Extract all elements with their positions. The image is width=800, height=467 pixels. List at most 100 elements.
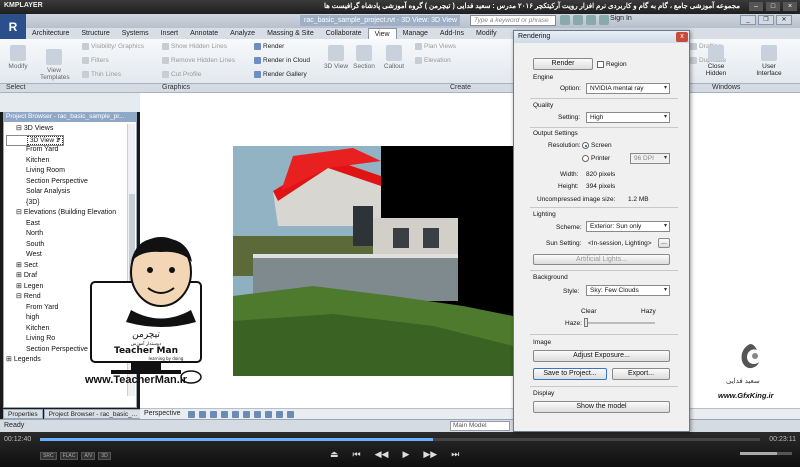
printer-radio[interactable] bbox=[582, 155, 589, 162]
visual-style-icon[interactable] bbox=[199, 411, 206, 418]
restore-icon[interactable]: ❐ bbox=[758, 15, 774, 25]
plan-views-button[interactable]: Plan Views bbox=[415, 43, 456, 50]
browser-item[interactable]: Living Room bbox=[6, 166, 128, 177]
tree-toggle-icon[interactable]: ⊞ bbox=[6, 356, 12, 363]
browser-item[interactable]: Kitchen bbox=[6, 156, 128, 167]
screen-radio[interactable] bbox=[582, 142, 589, 149]
key-icon[interactable] bbox=[573, 15, 583, 25]
maximize-icon[interactable]: □ bbox=[766, 2, 780, 11]
engine-select[interactable]: NVIDIA mental ray bbox=[586, 83, 670, 94]
tab-annotate[interactable]: Annotate bbox=[184, 28, 224, 39]
modify-button[interactable]: Modify bbox=[4, 45, 32, 70]
section-button[interactable]: Section bbox=[350, 45, 378, 70]
view-templates-button[interactable]: View Templates bbox=[40, 49, 70, 81]
show-hidden-lines-button[interactable]: Show Hidden Lines bbox=[162, 43, 227, 50]
browser-item[interactable]: From Yard bbox=[6, 145, 128, 156]
next-icon[interactable]: ⏭ bbox=[451, 449, 459, 460]
play-icon[interactable]: ▶ bbox=[402, 449, 409, 460]
callout-button[interactable]: Callout bbox=[380, 45, 408, 70]
cut-profile-button[interactable]: Cut Profile bbox=[162, 71, 201, 78]
close-icon[interactable]: × bbox=[783, 2, 797, 11]
user-interface-button[interactable]: User Interface bbox=[752, 45, 786, 77]
binoculars-icon[interactable] bbox=[560, 15, 570, 25]
render-dialog-icon[interactable] bbox=[232, 411, 239, 418]
scheme-select[interactable]: Exterior: Sun only bbox=[586, 221, 670, 232]
background-style-select[interactable]: Sky: Few Clouds bbox=[586, 285, 670, 296]
hide-icon[interactable] bbox=[276, 411, 283, 418]
sign-in-button[interactable]: Sign In bbox=[610, 15, 632, 22]
browser-item[interactable]: 3D View 1 bbox=[6, 134, 64, 146]
browser-item[interactable]: Section Perspective bbox=[6, 177, 128, 188]
render-in-cloud-button[interactable]: Render in Cloud bbox=[254, 57, 310, 64]
haze-slider-track[interactable] bbox=[585, 322, 655, 324]
reveal-icon[interactable] bbox=[287, 411, 294, 418]
tab-insert[interactable]: Insert bbox=[155, 28, 185, 39]
three-d-view-button[interactable]: 3D View bbox=[322, 45, 350, 70]
seek-bar[interactable] bbox=[40, 438, 760, 441]
player-badge[interactable]: 3D bbox=[98, 452, 111, 460]
crop-icon[interactable] bbox=[254, 411, 261, 418]
player-badge[interactable]: FLAC bbox=[59, 452, 79, 460]
tab-modify[interactable]: Modify bbox=[470, 28, 503, 39]
sun-setting-button[interactable]: ... bbox=[658, 238, 670, 248]
forward-icon[interactable]: ▶▶ bbox=[423, 449, 437, 460]
minimize-icon[interactable]: – bbox=[749, 2, 763, 11]
tab-systems[interactable]: Systems bbox=[116, 28, 155, 39]
thin-lines-button[interactable]: Thin Lines bbox=[82, 71, 121, 78]
revit-app-menu-button[interactable]: R bbox=[0, 14, 26, 40]
player-badge[interactable]: SRC bbox=[40, 452, 57, 460]
dialog-close-button[interactable]: x bbox=[676, 32, 688, 42]
save-to-project-button[interactable]: Save to Project... bbox=[533, 368, 607, 380]
volume-slider[interactable] bbox=[740, 452, 792, 455]
browser-item[interactable]: Solar Analysis bbox=[6, 187, 128, 198]
browser-item[interactable]: ⊟ Elevations (Building Elevation bbox=[6, 208, 128, 219]
tab-analyze[interactable]: Analyze bbox=[224, 28, 261, 39]
export-button[interactable]: Export... bbox=[612, 368, 670, 380]
tree-toggle-icon[interactable]: ⊟ bbox=[16, 293, 22, 300]
eject-icon[interactable]: ⏏ bbox=[330, 449, 339, 460]
dpi-select[interactable]: 96 DPI bbox=[630, 153, 670, 164]
visibility-graphics-button[interactable]: Visibility/ Graphics bbox=[82, 43, 144, 50]
detail-level-icon[interactable] bbox=[188, 411, 195, 418]
active-model-select[interactable]: Main Model bbox=[450, 421, 510, 431]
search-input[interactable]: Type a keyword or phrase bbox=[470, 15, 556, 26]
project-browser-title[interactable]: Project Browser - rac_basic_sample_pr... bbox=[3, 112, 137, 122]
close-icon[interactable]: ✕ bbox=[776, 15, 792, 25]
player-badge[interactable]: A/V bbox=[81, 452, 96, 460]
show-model-button[interactable]: Show the model bbox=[533, 401, 670, 413]
haze-slider-thumb[interactable] bbox=[584, 318, 588, 327]
render-button[interactable]: Render bbox=[533, 58, 593, 70]
tab-view[interactable]: View bbox=[367, 28, 397, 39]
tab-collaborate[interactable]: Collaborate bbox=[320, 28, 368, 39]
lock-view-icon[interactable] bbox=[243, 411, 250, 418]
adjust-exposure-button[interactable]: Adjust Exposure... bbox=[533, 350, 670, 362]
browser-tab[interactable]: Project Browser - rac_basic_... bbox=[43, 409, 143, 419]
quality-select[interactable]: High bbox=[586, 112, 670, 123]
group-select[interactable]: Select bbox=[6, 84, 25, 91]
tab-architecture[interactable]: Architecture bbox=[26, 28, 75, 39]
browser-item[interactable]: {3D} bbox=[6, 198, 128, 209]
tab-structure[interactable]: Structure bbox=[75, 28, 115, 39]
star-icon[interactable] bbox=[586, 15, 596, 25]
tab-add-ins[interactable]: Add-Ins bbox=[434, 28, 470, 39]
previous-icon[interactable]: ⏮ bbox=[353, 449, 361, 460]
region-checkbox[interactable] bbox=[597, 61, 604, 68]
user-icon[interactable] bbox=[599, 15, 609, 25]
remove-hidden-lines-button[interactable]: Remove Hidden Lines bbox=[162, 57, 235, 64]
tab-massing-site[interactable]: Massing & Site bbox=[261, 28, 320, 39]
browser-item[interactable]: East bbox=[6, 219, 128, 230]
tab-manage[interactable]: Manage bbox=[397, 28, 434, 39]
browser-tab[interactable]: Properties bbox=[3, 409, 43, 419]
shadows-icon[interactable] bbox=[221, 411, 228, 418]
tree-toggle-icon[interactable]: ⊞ bbox=[16, 283, 22, 290]
render-gallery-button[interactable]: Render Gallery bbox=[254, 71, 307, 78]
render-ribbon-button[interactable]: Render bbox=[254, 43, 284, 50]
artificial-lights-button[interactable]: Artificial Lights... bbox=[533, 254, 670, 265]
browser-item[interactable]: ⊟ 3D Views bbox=[6, 124, 128, 135]
sun-path-icon[interactable] bbox=[210, 411, 217, 418]
tree-toggle-icon[interactable]: ⊞ bbox=[16, 262, 22, 269]
tree-toggle-icon[interactable]: ⊞ bbox=[16, 272, 22, 279]
elevation-button[interactable]: Elevation bbox=[415, 57, 451, 64]
tree-toggle-icon[interactable]: ⊟ bbox=[16, 209, 22, 216]
minimize-icon[interactable]: _ bbox=[740, 15, 756, 25]
